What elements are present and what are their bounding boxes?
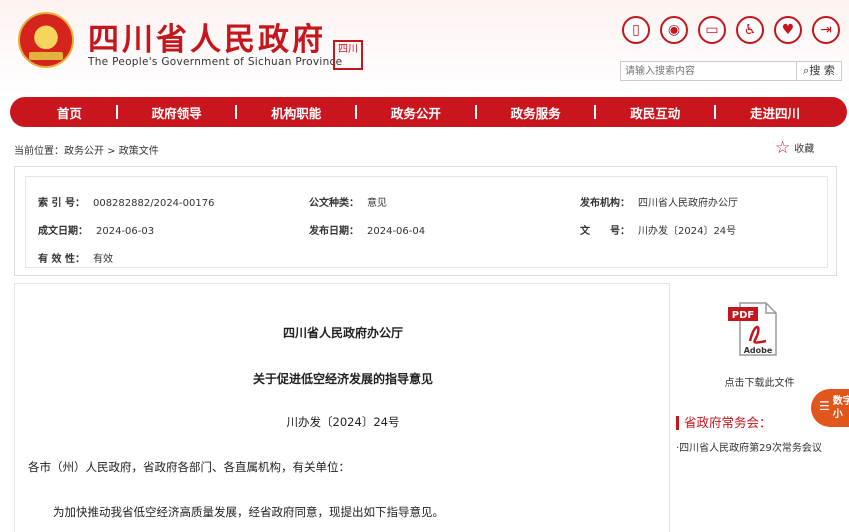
breadcrumb-prefix: 当前位置： [14,146,64,157]
meta-issuer: 发布机构： 四川省人民政府办公厅 [580,194,738,209]
nav-divider [714,105,717,119]
floating-digital-tab[interactable]: ☰ 数字 小 [811,389,849,427]
meta-index-label: 索 引 号： [38,198,85,209]
document-meta-box: 索 引 号： 008282882/2024-00176 公文种类： 意见 发布机构：… [14,166,837,276]
meta-validity: 有 效 性： 有效 [38,250,113,265]
nav-divider [355,105,358,119]
national-emblem-icon[interactable] [18,12,74,68]
elder-care-icon[interactable]: ♥ [774,16,802,44]
document-content: 四川省人民政府办公厅 关于促进低空经济发展的指导意见 川办发〔2024〕24号 … [14,283,670,532]
meta-published-label: 发布日期： [309,226,359,237]
document-paragraph: 为加快推动我省低空经济高质量发展，经省政府同意，现提出如下指导意见。 [53,505,444,519]
nav-divider [594,105,597,119]
pdf-download-icon[interactable]: PDF Adobe [726,301,782,357]
document-issuer: 四川省人民政府办公厅 [282,326,403,340]
nav-divider [235,105,238,119]
nav-item-home[interactable]: 首页 [57,103,82,122]
nav-item-interaction[interactable]: 政民互动 [630,103,680,122]
nav-item-sichuan[interactable]: 走进四川 [750,103,800,122]
download-file-link[interactable]: 点击下载此文件 [670,374,849,389]
nav-divider [474,105,477,119]
nav-divider [115,105,118,119]
header-toolbar: ▯ ◉ ▭ ♿ ♥ ⇥ [622,16,840,44]
document-number: 川办发〔2024〕24号 [286,415,400,429]
nav-item-services[interactable]: 政务服务 [511,103,561,122]
meta-issuer-value: 四川省人民政府办公厅 [638,198,738,209]
weibo-icon[interactable]: ◉ [660,16,688,44]
seal-logo-icon: 四川 [333,40,363,70]
meta-docno: 文 号： 川办发〔2024〕24号 [580,222,736,237]
float-tab-line1: 数字 [832,396,849,407]
meta-type-value: 意见 [367,198,387,209]
site-title[interactable]: 四川省人民政府 [88,14,326,59]
meta-docno-value: 川办发〔2024〕24号 [638,226,737,237]
breadcrumb: 当前位置：政务公开 > 政策文件 [14,142,159,157]
site-subtitle: The People's Government of Sichuan Provi… [88,56,343,68]
meta-published-value: 2024-06-04 [367,226,426,237]
main-nav: 首页 政府领导 机构职能 政务公开 政务服务 政民互动 走进四川 [10,97,847,127]
meta-index-value: 008282882/2024-00176 [92,198,215,209]
meta-created-value: 2024-06-03 [96,226,155,237]
document-title: 关于促进低空经济发展的指导意见 [252,372,433,386]
meta-created-label: 成文日期： [38,226,88,237]
star-icon: ☆ [775,137,791,158]
nav-item-functions[interactable]: 机构职能 [271,103,321,122]
favorite-label: 收藏 [794,144,815,155]
meta-validity-value: 有效 [92,254,113,265]
search-button[interactable]: ⌕搜 索 [796,62,841,80]
mobile-icon[interactable]: ▯ [622,16,650,44]
breadcrumb-path[interactable]: 政务公开 > 政策文件 [64,146,159,157]
search-box: ⌕搜 索 [620,61,842,81]
favorite-button[interactable]: ☆ 收藏 [775,137,815,158]
nav-item-leaders[interactable]: 政府领导 [152,103,202,122]
nav-item-openness[interactable]: 政务公开 [391,103,441,122]
meta-created: 成文日期： 2024-06-03 [38,222,154,237]
search-button-label: 搜 索 [809,64,835,77]
svg-text:Adobe: Adobe [744,346,773,355]
exit-icon[interactable]: ⇥ [812,16,840,44]
document-meta-inner: 索 引 号： 008282882/2024-00176 公文种类： 意见 发布机构：… [25,176,828,268]
site-header: 四川省人民政府 The People's Government of Sichu… [0,0,849,95]
svg-text:PDF: PDF [732,310,754,321]
wechat-icon[interactable]: ▭ [698,16,726,44]
meta-issuer-label: 发布机构： [580,198,630,209]
meeting-link[interactable]: ·四川省人民政府第29次常务会议 [676,439,822,454]
meta-docno-label: 文 号： [580,226,630,237]
float-tab-line2: 小 [832,409,843,420]
meeting-heading: 省政府常务会： [676,416,772,430]
accessibility-icon[interactable]: ♿ [736,16,764,44]
search-input[interactable] [621,62,796,80]
meta-type: 公文种类： 意见 [309,194,387,209]
meta-type-label: 公文种类： [309,198,359,209]
document-recipient: 各市（州）人民政府，省政府各部门、各直属机构，有关单位： [28,460,350,474]
meta-index: 索 引 号： 008282882/2024-00176 [38,194,214,209]
meta-published: 发布日期： 2024-06-04 [309,222,425,237]
list-icon: ☰ [819,399,830,413]
meta-validity-label: 有 效 性： [38,254,85,265]
